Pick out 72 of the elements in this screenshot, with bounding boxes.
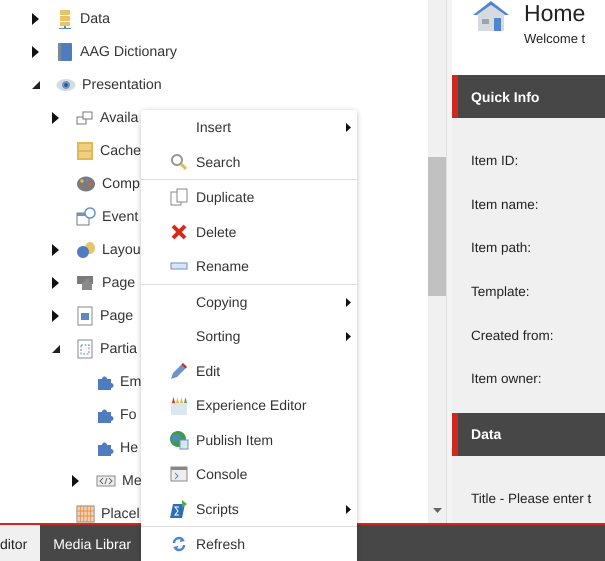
page-title: Home [524, 0, 586, 27]
menu-item[interactable]: Sorting [141, 319, 357, 354]
tree-item[interactable]: Layou [102, 242, 141, 258]
tree-item[interactable]: Cache [100, 142, 142, 158]
menu-item[interactable]: Search [141, 144, 357, 179]
welcome-text: Welcome t [524, 31, 586, 46]
database-icon [56, 8, 74, 28]
tree-item[interactable]: Availa [100, 110, 138, 126]
editor-tab[interactable]: ditor [0, 525, 40, 561]
delete-icon [170, 224, 186, 240]
expand-arrow-icon[interactable] [72, 474, 79, 486]
tree-item[interactable]: Partia [100, 340, 138, 356]
scroll-down-icon[interactable] [433, 508, 442, 513]
pencil-icon [170, 362, 188, 380]
menu-item[interactable]: Rename [141, 249, 357, 284]
tree-item[interactable]: AAG Dictionary [80, 44, 177, 60]
tree-item[interactable]: Event [102, 208, 138, 224]
globe-page-icon [168, 430, 188, 450]
menu-item[interactable]: Console [141, 457, 357, 492]
field-label: Created from: [471, 326, 555, 345]
scrollbar[interactable] [428, 0, 446, 523]
book-icon [56, 42, 74, 62]
expand-arrow-icon[interactable] [52, 112, 59, 124]
section-header[interactable]: Quick Info [452, 75, 605, 118]
tree-item[interactable]: Me [122, 472, 142, 488]
expand-arrow-icon[interactable] [52, 276, 59, 288]
expand-arrow-icon[interactable] [52, 244, 59, 256]
crayons-icon [170, 395, 188, 416]
duplicate-icon [170, 188, 188, 206]
search-icon [170, 152, 188, 171]
menu-item[interactable]: Publish Item [141, 422, 357, 457]
tree-item[interactable]: Comp [102, 176, 140, 192]
field-label: Template: [471, 283, 531, 302]
tree-item[interactable]: Placel [101, 506, 140, 522]
field-label: Item owner: [471, 370, 543, 388]
tree-item[interactable]: He [120, 440, 138, 456]
refresh-icon [170, 536, 186, 552]
page-image-icon [76, 306, 94, 326]
menu-item[interactable]: Copying [141, 284, 357, 319]
section-header[interactable]: Data [452, 412, 605, 456]
tree-item[interactable]: Page [102, 274, 136, 290]
windows-icon [76, 110, 94, 126]
expand-arrow-icon[interactable] [52, 310, 59, 322]
tree-item[interactable]: Fo [120, 406, 137, 422]
menu-item[interactable]: Experience Editor [141, 388, 357, 422]
console-icon [170, 466, 188, 482]
field-label: Item name: [471, 196, 540, 214]
field-label: Title - Please enter t [471, 490, 592, 508]
field-label: Item path: [471, 239, 532, 258]
tree-item[interactable]: Presentation [82, 76, 162, 92]
collapse-arrow-icon[interactable] [52, 344, 60, 352]
scrollbar-thumb[interactable] [428, 157, 446, 296]
palette-icon [76, 174, 96, 192]
menu-item[interactable]: Delete [141, 214, 357, 249]
rename-icon [170, 262, 188, 270]
grid-icon [76, 504, 95, 522]
menu-item[interactable]: Edit [141, 354, 357, 388]
field-label: Item ID: [471, 152, 520, 170]
code-icon [96, 474, 116, 488]
menu-item[interactable]: Duplicate [141, 180, 357, 214]
page-dashed-icon [76, 338, 94, 358]
expand-arrow-icon[interactable] [32, 46, 39, 58]
menu-item[interactable]: Scripts [141, 492, 357, 526]
cabinet-icon [76, 140, 94, 160]
tree-item[interactable]: Em [120, 374, 142, 390]
menu-item[interactable]: Insert [141, 110, 357, 144]
expand-arrow-icon[interactable] [32, 12, 39, 24]
tree-item[interactable]: Data [80, 10, 110, 26]
scripts-icon [170, 498, 188, 519]
tree-item[interactable]: Page [100, 308, 134, 324]
collapse-arrow-icon[interactable] [32, 80, 40, 88]
eye-icon [56, 78, 76, 92]
